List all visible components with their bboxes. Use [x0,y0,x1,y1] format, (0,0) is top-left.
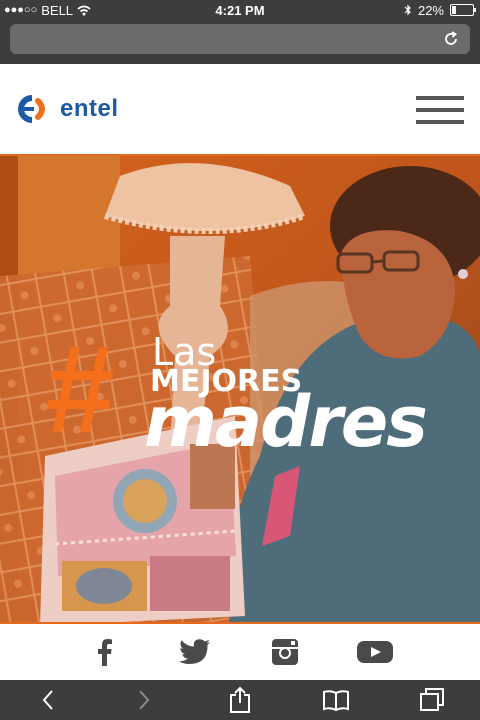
bluetooth-icon [404,4,411,16]
browser-address-area [0,20,480,64]
browser-toolbar [0,680,480,720]
status-left: ●●●○○ BELL [0,3,91,18]
bookmarks-icon[interactable] [321,685,351,715]
forward-icon[interactable] [129,685,159,715]
hero-title: # Las MEJORES madres [40,321,460,462]
hero-banner[interactable]: # Las MEJORES madres [0,154,480,624]
entel-logo-mark [18,95,45,123]
back-icon[interactable] [33,685,63,715]
menu-line [416,120,464,124]
status-bar: ●●●○○ BELL 4:21 PM 22% [0,0,480,20]
reload-icon[interactable] [442,30,460,48]
social-bar [0,624,480,680]
signal-icon: ●●●○○ [4,4,38,16]
carrier-label: BELL [41,2,74,18]
hashtag-symbol: # [44,321,113,459]
wifi-icon [77,5,91,15]
site-header: entel [0,64,480,154]
menu-line [416,96,464,100]
battery-level [452,6,456,14]
instagram-icon[interactable] [267,636,303,668]
brand-name: entel [60,95,119,122]
menu-icon[interactable] [416,96,464,124]
battery-icon [450,4,476,16]
facebook-icon[interactable] [87,636,123,668]
status-right: 22% [404,3,480,18]
twitter-icon[interactable] [177,636,213,668]
entel-logo[interactable]: entel [14,94,119,124]
menu-line [416,108,464,112]
youtube-icon[interactable] [357,636,393,668]
share-icon[interactable] [225,685,255,715]
hero-line-madres: madres [144,381,428,463]
tabs-icon[interactable] [417,685,447,715]
address-field[interactable] [10,24,470,54]
battery-percent: 22% [417,2,444,18]
